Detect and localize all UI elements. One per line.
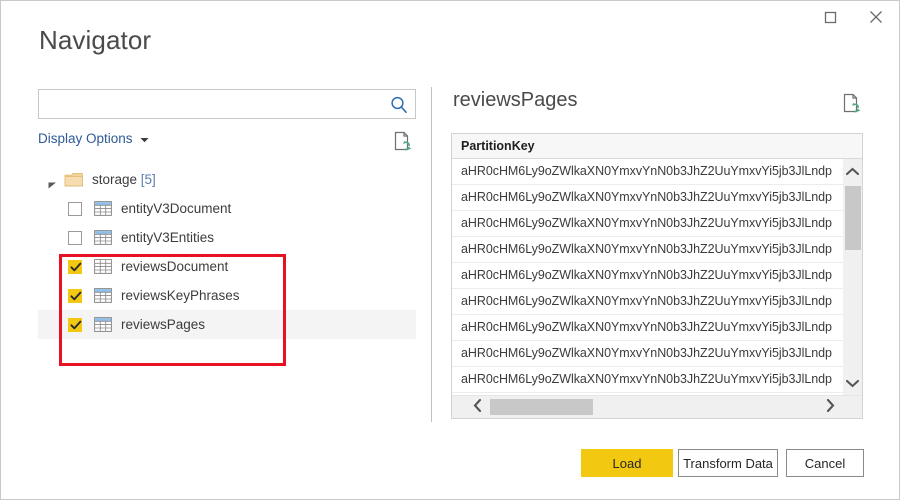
tree-item-label: entityV3Document bbox=[121, 201, 232, 216]
footer-bar: Load Transform Data Cancel bbox=[1, 437, 899, 499]
search-icon[interactable] bbox=[389, 95, 409, 115]
tree-item-label: reviewsDocument bbox=[121, 259, 229, 274]
tree-item-checkbox[interactable] bbox=[68, 318, 82, 332]
close-icon bbox=[869, 10, 883, 24]
scroll-left-button[interactable] bbox=[466, 396, 488, 418]
grid-cell: aHR0cHM6Ly9oZWlkaXN0YmxvYnN0b3JhZ2UuYmxv… bbox=[461, 268, 832, 282]
page-title: Navigator bbox=[39, 25, 152, 55]
table-icon bbox=[94, 259, 112, 274]
grid-header-row: PartitionKey bbox=[452, 134, 862, 159]
scroll-down-button[interactable] bbox=[843, 374, 862, 393]
table-row[interactable]: aHR0cHM6Ly9oZWlkaXN0YmxvYnN0b3JhZ2UuYmxv… bbox=[452, 341, 862, 367]
chevron-up-icon bbox=[845, 164, 860, 179]
search-box[interactable] bbox=[38, 89, 416, 119]
horizontal-scrollbar-thumb[interactable] bbox=[490, 399, 593, 415]
table-icon bbox=[94, 230, 112, 245]
grid-column-header-partitionkey[interactable]: PartitionKey bbox=[461, 139, 535, 153]
maximize-button[interactable] bbox=[808, 1, 853, 33]
chevron-down-icon bbox=[140, 131, 149, 146]
table-row[interactable]: aHR0cHM6Ly9oZWlkaXN0YmxvYnN0b3JhZ2UuYmxv… bbox=[452, 185, 862, 211]
expander-triangle-icon[interactable] bbox=[48, 176, 57, 189]
tree-item-label: reviewsPages bbox=[121, 317, 206, 332]
refresh-document-icon bbox=[391, 131, 413, 155]
left-pane: Display Options storage [5] entityV3Docu… bbox=[38, 89, 420, 419]
grid-cell: aHR0cHM6Ly9oZWlkaXN0YmxvYnN0b3JhZ2UuYmxv… bbox=[461, 242, 832, 256]
grid-body: aHR0cHM6Ly9oZWlkaXN0YmxvYnN0b3JhZ2UuYmxv… bbox=[452, 159, 862, 395]
tree-item-checkbox[interactable] bbox=[68, 289, 82, 303]
tree-item-label: reviewsKeyPhrases bbox=[121, 288, 240, 303]
grid-cell: aHR0cHM6Ly9oZWlkaXN0YmxvYnN0b3JhZ2UuYmxv… bbox=[461, 294, 832, 308]
grid-cell: aHR0cHM6Ly9oZWlkaXN0YmxvYnN0b3JhZ2UuYmxv… bbox=[461, 346, 832, 360]
vertical-scrollbar-thumb[interactable] bbox=[845, 186, 861, 250]
cancel-button[interactable]: Cancel bbox=[786, 449, 864, 477]
chevron-left-icon bbox=[473, 398, 482, 415]
table-row[interactable]: aHR0cHM6Ly9oZWlkaXN0YmxvYnN0b3JhZ2UuYmxv… bbox=[452, 211, 862, 237]
preview-title: reviewsPages bbox=[453, 89, 578, 111]
grid-cell: aHR0cHM6Ly9oZWlkaXN0YmxvYnN0b3JhZ2UuYmxv… bbox=[461, 216, 832, 230]
transform-data-button[interactable]: Transform Data bbox=[678, 449, 778, 477]
preview-pane: reviewsPages PartitionKey aHR0cHM6Ly9oZW… bbox=[451, 89, 865, 419]
tree-item-checkbox[interactable] bbox=[68, 231, 82, 245]
tree-item-checkbox[interactable] bbox=[68, 202, 82, 216]
navigator-dialog: Navigator Display Options storage [5] en… bbox=[0, 0, 900, 500]
tree-root-name: storage bbox=[92, 172, 138, 187]
scroll-right-button[interactable] bbox=[819, 396, 841, 418]
table-row[interactable]: aHR0cHM6Ly9oZWlkaXN0YmxvYnN0b3JhZ2UuYmxv… bbox=[452, 263, 862, 289]
tree-item-checkbox[interactable] bbox=[68, 260, 82, 274]
vertical-scrollbar[interactable] bbox=[843, 159, 862, 395]
display-options-dropdown[interactable]: Display Options bbox=[38, 131, 149, 146]
table-icon bbox=[94, 317, 112, 332]
tree-root-label: storage [5] bbox=[92, 172, 156, 187]
search-input[interactable] bbox=[45, 90, 385, 118]
horizontal-scrollbar[interactable] bbox=[452, 395, 862, 418]
preview-grid: PartitionKey aHR0cHM6Ly9oZWlkaXN0YmxvYnN… bbox=[451, 133, 863, 419]
table-row[interactable]: aHR0cHM6Ly9oZWlkaXN0YmxvYnN0b3JhZ2UuYmxv… bbox=[452, 237, 862, 263]
tree-item-label: entityV3Entities bbox=[121, 230, 215, 245]
table-icon bbox=[94, 288, 112, 303]
grid-cell: aHR0cHM6Ly9oZWlkaXN0YmxvYnN0b3JhZ2UuYmxv… bbox=[461, 372, 832, 386]
tree-item-entityv3entities[interactable]: entityV3Entities bbox=[38, 223, 416, 252]
table-row[interactable]: aHR0cHM6Ly9oZWlkaXN0YmxvYnN0b3JhZ2UuYmxv… bbox=[452, 289, 862, 315]
table-row[interactable]: aHR0cHM6Ly9oZWlkaXN0YmxvYnN0b3JhZ2UuYmxv… bbox=[452, 159, 862, 185]
table-icon bbox=[94, 201, 112, 216]
tree-item-entityv3document[interactable]: entityV3Document bbox=[38, 194, 416, 223]
tree-root-count: [5] bbox=[140, 172, 156, 187]
chevron-right-icon bbox=[826, 398, 835, 415]
display-options-row: Display Options bbox=[38, 131, 416, 153]
maximize-icon bbox=[824, 11, 837, 24]
tree-item-reviewspages[interactable]: reviewsPages bbox=[38, 310, 416, 339]
tree-root-storage[interactable]: storage [5] bbox=[38, 165, 416, 194]
tree-item-reviewskeyphrases[interactable]: reviewsKeyPhrases bbox=[38, 281, 416, 310]
grid-cell: aHR0cHM6Ly9oZWlkaXN0YmxvYnN0b3JhZ2UuYmxv… bbox=[461, 190, 832, 204]
refresh-preview-button[interactable] bbox=[390, 130, 414, 154]
table-row[interactable]: aHR0cHM6Ly9oZWlkaXN0YmxvYnN0b3JhZ2UuYmxv… bbox=[452, 315, 862, 341]
grid-cell: aHR0cHM6Ly9oZWlkaXN0YmxvYnN0b3JhZ2UuYmxv… bbox=[461, 164, 832, 178]
close-button[interactable] bbox=[853, 1, 898, 33]
refresh-preview-button[interactable] bbox=[839, 92, 863, 116]
tree-item-reviewsdocument[interactable]: reviewsDocument bbox=[38, 252, 416, 281]
pane-divider bbox=[431, 87, 432, 422]
display-options-label: Display Options bbox=[38, 131, 133, 146]
table-row[interactable]: aHR0cHM6Ly9oZWlkaXN0YmxvYnN0b3JhZ2UuYmxv… bbox=[452, 367, 862, 393]
refresh-document-icon bbox=[840, 93, 862, 117]
scroll-up-button[interactable] bbox=[843, 162, 862, 181]
navigator-tree: storage [5] entityV3Document entityV3Ent… bbox=[38, 165, 416, 339]
folder-icon bbox=[64, 172, 84, 188]
chevron-down-icon bbox=[845, 376, 860, 391]
load-button[interactable]: Load bbox=[581, 449, 673, 477]
grid-cell: aHR0cHM6Ly9oZWlkaXN0YmxvYnN0b3JhZ2UuYmxv… bbox=[461, 320, 832, 334]
